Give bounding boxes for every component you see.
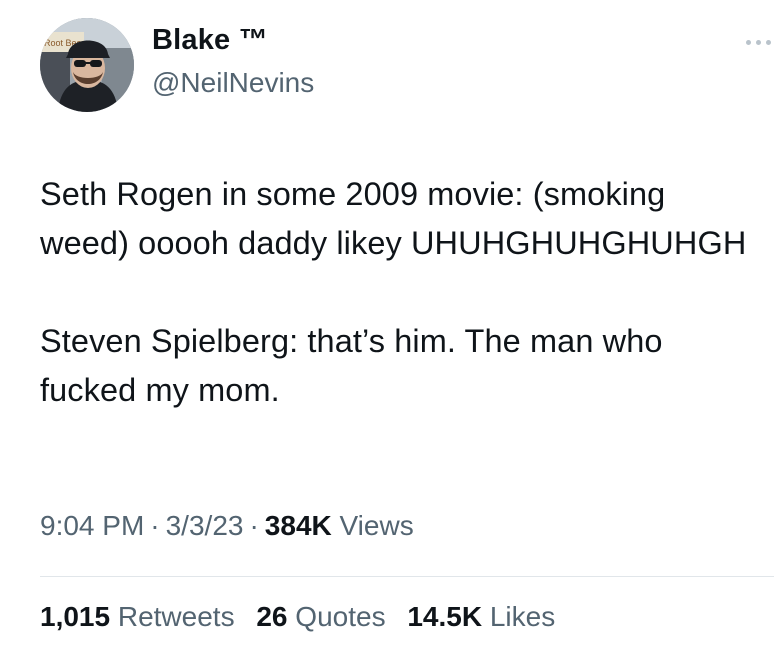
meta-separator: · [150, 510, 160, 541]
quotes-count: 26 [256, 601, 288, 632]
retweets-label: Retweets [117, 601, 235, 632]
divider [40, 576, 774, 577]
user-handle[interactable]: @NeilNevins [152, 67, 314, 99]
tweet-text: Seth Rogen in some 2009 movie: (smoking … [40, 176, 747, 408]
retweets-stat[interactable]: 1,015 Retweets [40, 601, 235, 633]
more-horizontal-icon-dot [766, 40, 771, 45]
quotes-label: Quotes [295, 601, 386, 632]
likes-stat[interactable]: 14.5K Likes [407, 601, 555, 633]
views-label: Views [339, 510, 414, 541]
tweet-meta: 9:04 PM · 3/3/23 · 384K Views [40, 510, 414, 542]
more-horizontal-icon-dot [756, 40, 761, 45]
likes-count: 14.5K [407, 601, 483, 632]
tweet-time[interactable]: 9:04 PM [40, 510, 144, 541]
avatar[interactable]: Root Bee [40, 18, 134, 112]
tweet-card: Root Bee Blake ™ @NeilNevins Seth Rogen … [0, 0, 774, 657]
retweets-count: 1,015 [40, 601, 111, 632]
tweet-date[interactable]: 3/3/23 [166, 510, 244, 541]
more-options-button[interactable] [744, 30, 774, 54]
display-name[interactable]: Blake ™ [152, 24, 268, 57]
quotes-stat[interactable]: 26 Quotes [256, 601, 385, 633]
views-count: 384K [264, 510, 332, 541]
more-horizontal-icon [746, 40, 751, 45]
meta-separator: · [249, 510, 259, 541]
likes-label: Likes [489, 601, 556, 632]
engagement-stats: 1,015 Retweets 26 Quotes 14.5K Likes [40, 601, 569, 633]
